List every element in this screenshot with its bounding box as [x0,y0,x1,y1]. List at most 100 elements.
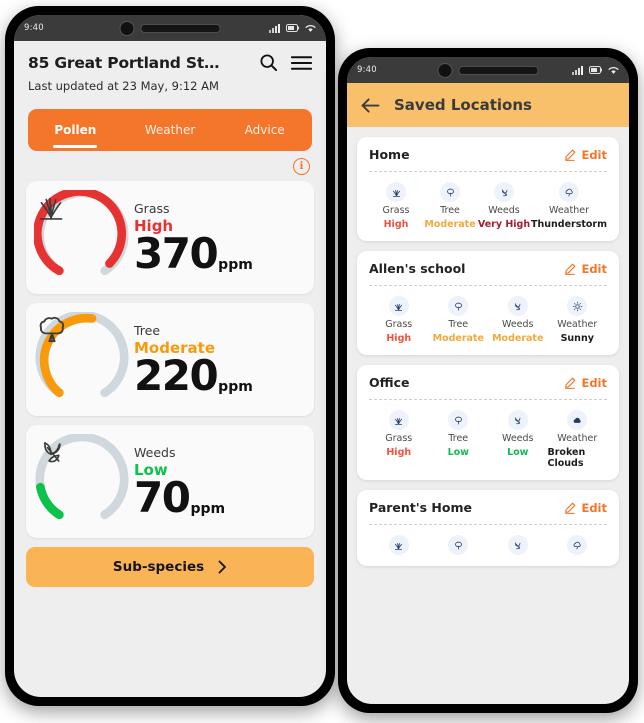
divider [369,285,607,286]
metric-level: Very High [477,219,531,230]
page-title: 85 Great Portland St… [28,53,220,72]
metric-weeds: Weeds Very High [477,182,531,230]
metric-kind: Weeds [501,433,534,444]
metric-level: High [386,333,412,344]
metric-row: Grass High Tree Low Weeds Low Weather Br… [369,410,607,469]
metric-kind: Tree [448,319,469,330]
pollen-value-row: 370 ppm [134,228,314,278]
tab-advice[interactable]: Advice [217,123,312,137]
pollen-value: 370 [134,228,219,278]
pencil-edit-icon [565,377,576,389]
location-name: Parent's Home [369,500,472,515]
grass-icon [34,190,130,286]
location-name: Home [369,147,410,162]
pollen-value-row: 70 ppm [134,472,314,522]
tree-gauge [34,311,130,408]
weeds-info: Weeds Low 70 ppm [130,445,314,519]
edit-button[interactable]: Edit [564,376,607,390]
divider [369,399,607,400]
location-card-home[interactable]: Home Edit Grass High Tree Moderate Weeds… [357,137,619,241]
location-card-parents-home[interactable]: Parent's Home Edit [357,490,619,566]
metric-kind: Weather [557,319,598,330]
metric-grass: Grass High [369,182,423,230]
right-phone-screen: 9:40 Saved Locations Home Edit Grass Hig… [347,57,629,704]
hamburger-menu-icon[interactable] [291,55,312,71]
pollen-card-weeds[interactable]: Weeds Low 70 ppm [26,425,314,538]
edit-button[interactable]: Edit [564,501,607,515]
divider [369,524,607,525]
metric-kind: Tree [440,205,460,216]
appbar-title: Saved Locations [394,96,532,114]
pollen-value: 220 [134,350,219,400]
search-icon[interactable] [259,53,278,72]
tree-icon [448,410,469,430]
wifi-icon [608,66,619,74]
grass-gauge [34,189,130,286]
wifi-icon [305,24,316,32]
battery-icon [589,66,602,74]
chevron-right-icon [218,560,227,574]
tree-icon [34,312,130,408]
camera-icon [119,20,135,36]
sunny-icon [567,296,588,316]
divider [369,171,607,172]
metric-weather: Weather Broken Clouds [548,410,608,469]
arrow-left-icon[interactable] [361,97,380,113]
pollen-card-tree[interactable]: Tree Moderate 220 ppm [26,303,314,416]
info-row: i [14,151,326,175]
edit-label: Edit [581,500,607,515]
thunderstorm-icon [559,182,579,202]
edit-label: Edit [581,261,607,276]
pollen-kind: Grass [134,200,170,216]
left-header: 85 Great Portland St… Last updated at 23… [14,41,326,93]
pollen-card-list: Grass High 370 ppm Tree Moderate 220 ppm… [14,175,326,538]
grass-info: Grass High 370 ppm [130,201,314,275]
grass-icon [388,535,409,555]
location-name: Allen's school [369,261,466,276]
sub-species-label: Sub-species [112,559,205,575]
metric-kind: Weeds [488,205,520,216]
notch [119,15,221,41]
location-header: Home Edit [369,147,607,162]
weeds-icon [507,535,528,555]
cloud-icon [567,410,588,430]
location-card-office[interactable]: Office Edit Grass High Tree Low Weeds Lo… [357,365,619,480]
metric-level: Broken Clouds [547,447,586,469]
sub-species-button[interactable]: Sub-species [26,547,314,587]
metric-level: Low [447,447,469,458]
metric-weeds: Weeds Moderate [488,296,548,344]
pencil-edit-icon [565,149,576,161]
tab-weather[interactable]: Weather [123,123,218,137]
left-status-bar: 9:40 [14,15,326,41]
metric-grass: Grass High [369,410,429,469]
location-card-allens-school[interactable]: Allen's school Edit Grass High Tree Mode… [357,251,619,355]
metric-kind: Weeds [501,319,534,330]
tree-icon [440,182,460,202]
pollen-kind: Tree [134,322,161,338]
weeds-icon [34,434,130,530]
pollen-card-grass[interactable]: Grass High 370 ppm [26,181,314,294]
metric-level: Moderate [432,333,484,344]
metric-weather: Weather Thunderstorm [531,182,607,230]
tree-icon [448,535,469,555]
metric-kind: Tree [448,433,469,444]
metric-level: High [386,447,412,458]
edit-button[interactable]: Edit [564,148,607,162]
info-icon[interactable]: i [293,158,310,175]
tab-pollen[interactable]: Pollen [28,123,123,137]
metric-level: Moderate [492,333,544,344]
metric-kind: Grass [385,433,413,444]
location-header: Allen's school Edit [369,261,607,276]
speaker-grill [140,23,221,33]
pollen-value: 70 [134,472,191,522]
left-phone-screen: 9:40 85 Great Portland St… Last updated … [14,15,326,697]
grass-icon [388,410,409,430]
metric-weeds: Weeds Low [488,410,548,469]
signal-icon [572,65,583,75]
camera-icon [437,62,453,78]
edit-button[interactable]: Edit [564,262,607,276]
left-phone-frame: 9:40 85 Great Portland St… Last updated … [5,6,335,706]
location-name: Office [369,375,410,390]
saved-locations-appbar: Saved Locations [347,83,629,127]
tree-icon [448,296,469,316]
